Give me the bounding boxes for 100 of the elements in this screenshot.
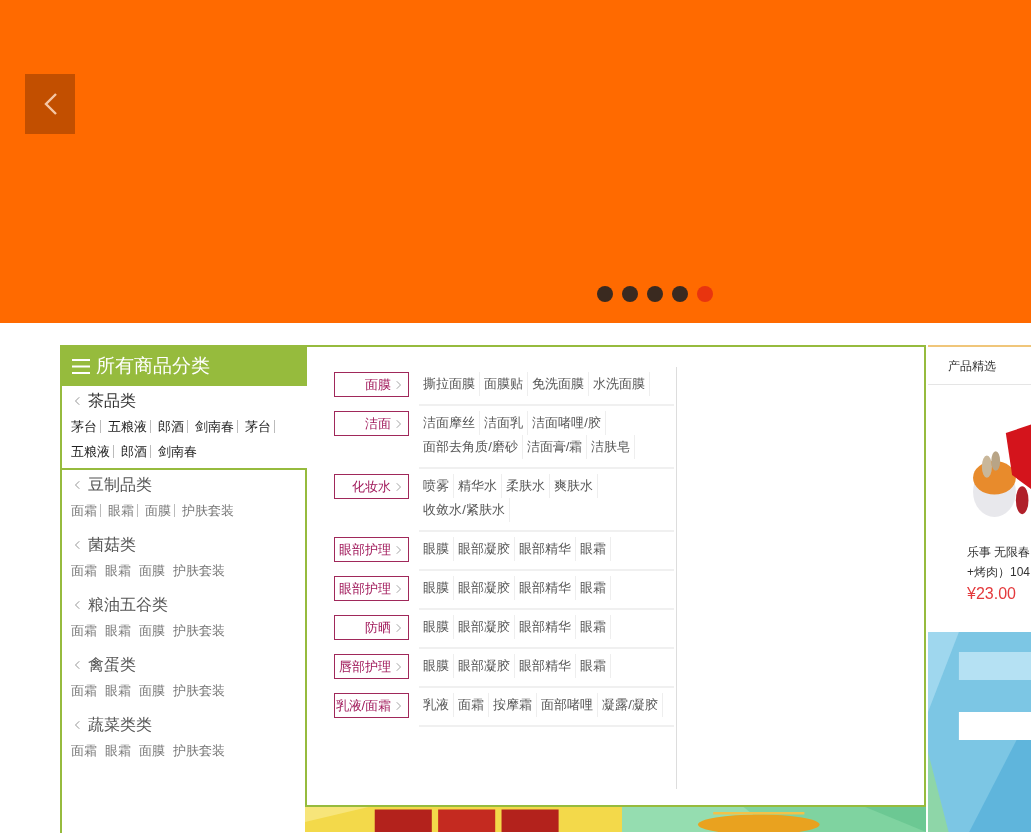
chevron-right-icon xyxy=(396,622,403,633)
subcategory-heading[interactable]: 防晒 xyxy=(334,615,410,640)
category-link[interactable]: 郎酒 xyxy=(120,439,148,464)
subcategory-link[interactable]: 喷雾 xyxy=(419,474,455,498)
subcategory-link[interactable]: 爽肤水 xyxy=(550,474,599,498)
subcategory-link[interactable]: 眼部凝胶 xyxy=(454,576,516,600)
category-link[interactable]: 剑南春 xyxy=(194,414,235,439)
category-item[interactable]: 茶品类 茅台 五粮液 郎酒 剑南春 茅台 五粮液 郎酒 剑南春 xyxy=(62,386,307,470)
subcategory-link[interactable]: 眼霜 xyxy=(576,537,612,561)
category-item[interactable]: 粮油五谷类 面霜 眼霜 面膜 护肤套装 xyxy=(62,590,303,650)
category-link[interactable]: 面霜 xyxy=(70,558,98,583)
menu-title: 所有商品分类 xyxy=(96,354,210,379)
product-price: ¥23.00 xyxy=(967,584,1017,604)
category-link[interactable]: 护肤套装 xyxy=(172,558,226,583)
chevron-left-icon xyxy=(74,480,80,490)
category-name: 禽蛋类 xyxy=(88,655,136,675)
subcategory-link[interactable]: 眼部精华 xyxy=(515,615,577,639)
category-link[interactable]: 五粮液 xyxy=(107,414,148,439)
category-link[interactable]: 护肤套装 xyxy=(172,618,226,643)
subcategory-link[interactable]: 面膜贴 xyxy=(480,372,529,396)
subcategory-link[interactable]: 洁面摩丝 xyxy=(419,411,481,435)
category-name: 蔬菜类类 xyxy=(88,715,152,735)
subcategory-link[interactable]: 眼霜 xyxy=(576,576,612,600)
subcategory-link[interactable]: 乳液 xyxy=(419,693,455,717)
category-link[interactable]: 护肤套装 xyxy=(181,498,235,523)
category-link[interactable]: 眼霜 xyxy=(104,558,132,583)
category-name: 菌菇类 xyxy=(88,535,136,555)
category-link[interactable]: 护肤套装 xyxy=(172,678,226,703)
subcategory-heading[interactable]: 眼部护理 xyxy=(334,576,410,601)
subcategory-heading[interactable]: 化妆水 xyxy=(334,474,410,499)
category-link[interactable]: 面膜 xyxy=(138,738,166,763)
chevron-right-icon xyxy=(396,544,403,555)
subcategory-link[interactable]: 眼部凝胶 xyxy=(454,537,516,561)
subcategory-link[interactable]: 洁面啫哩/胶 xyxy=(528,411,606,435)
category-link[interactable]: 面霜 xyxy=(70,618,98,643)
category-item[interactable]: 蔬菜类类 面霜 眼霜 面膜 护肤套装 xyxy=(62,710,303,770)
category-link[interactable]: 五粮液 xyxy=(70,439,111,464)
subcategory-link[interactable]: 柔肤水 xyxy=(502,474,551,498)
subcategory-link[interactable]: 凝露/凝胶 xyxy=(598,693,663,717)
subcategory-link[interactable]: 面部啫哩 xyxy=(537,693,599,717)
subcategory-link[interactable]: 眼部凝胶 xyxy=(454,615,516,639)
subcategory-link[interactable]: 洁面膏/霜 xyxy=(522,435,588,459)
subcategory-link[interactable]: 精华水 xyxy=(454,474,503,498)
category-item[interactable]: 禽蛋类 面霜 眼霜 面膜 护肤套装 xyxy=(62,650,303,710)
subcategory-link[interactable]: 眼霜 xyxy=(576,615,612,639)
category-link[interactable]: 眼霜 xyxy=(104,618,132,643)
category-link[interactable]: 面膜 xyxy=(138,558,166,583)
chevron-left-icon xyxy=(74,720,80,730)
subcategory-link[interactable]: 眼膜 xyxy=(419,615,455,639)
chevron-right-icon xyxy=(396,583,403,594)
subcategory-heading[interactable]: 眼部护理 xyxy=(334,537,410,562)
category-link[interactable]: 面膜 xyxy=(138,618,166,643)
category-link[interactable]: 护肤套装 xyxy=(172,738,226,763)
subcategory-link[interactable]: 眼部精华 xyxy=(515,537,577,561)
category-link[interactable]: 面霜 xyxy=(70,678,98,703)
chevron-right-icon xyxy=(396,661,403,672)
category-link[interactable]: 面膜 xyxy=(144,498,172,523)
category-link[interactable]: 茅台 xyxy=(70,414,98,439)
separator xyxy=(113,445,114,458)
category-link[interactable]: 面霜 xyxy=(70,738,98,763)
category-link[interactable]: 眼霜 xyxy=(107,498,135,523)
subcategory-link[interactable]: 面部去角质/磨砂 xyxy=(419,435,523,459)
subcategory-link[interactable]: 眼部精华 xyxy=(515,654,577,678)
category-name: 粮油五谷类 xyxy=(88,595,168,615)
subcategory-heading[interactable]: 唇部护理 xyxy=(334,654,410,679)
subcategory-link[interactable]: 洁肤皂 xyxy=(587,435,636,459)
subcategory-link[interactable]: 水洗面膜 xyxy=(589,372,651,396)
subcategory-heading[interactable]: 乳液/面霜 xyxy=(334,693,410,718)
product-name[interactable]: +烤肉）104 xyxy=(967,562,1031,582)
chevron-left-icon xyxy=(74,600,80,610)
category-link[interactable]: 郎酒 xyxy=(157,414,185,439)
category-link[interactable]: 面霜 xyxy=(70,498,98,523)
category-link[interactable]: 面膜 xyxy=(138,678,166,703)
subcategory-link[interactable]: 眼部凝胶 xyxy=(454,654,516,678)
subcategory-link[interactable]: 面霜 xyxy=(454,693,490,717)
category-item[interactable]: 菌菇类 面霜 眼霜 面膜 护肤套装 xyxy=(62,530,303,590)
subcategory-link[interactable]: 洁面乳 xyxy=(480,411,529,435)
category-link[interactable]: 剑南春 xyxy=(157,439,198,464)
chevron-left-icon xyxy=(74,396,80,406)
category-link[interactable]: 眼霜 xyxy=(104,678,132,703)
product-name[interactable]: 乐事 无限春 xyxy=(967,542,1031,562)
category-link[interactable]: 茅台 xyxy=(244,414,272,439)
subcategory-heading[interactable]: 洁面 xyxy=(334,411,410,436)
subcategory-link[interactable]: 眼霜 xyxy=(576,654,612,678)
separator xyxy=(100,420,101,433)
chevron-left-icon xyxy=(74,660,80,670)
subcategory-heading[interactable]: 面膜 xyxy=(334,372,410,397)
separator xyxy=(174,504,175,517)
subcategory-link[interactable]: 按摩霜 xyxy=(489,693,538,717)
subcategory-link[interactable]: 眼膜 xyxy=(419,537,455,561)
category-item[interactable]: 豆制品类 面霜 眼霜 面膜 护肤套装 xyxy=(62,470,303,530)
subcategory-link[interactable]: 免洗面膜 xyxy=(528,372,590,396)
menu-icon xyxy=(72,359,90,374)
subcategory-link[interactable]: 眼膜 xyxy=(419,576,455,600)
featured-tab[interactable]: 产品精选 xyxy=(948,356,996,375)
subcategory-link[interactable]: 撕拉面膜 xyxy=(419,372,481,396)
subcategory-link[interactable]: 收敛水/紧肤水 xyxy=(419,498,510,522)
subcategory-link[interactable]: 眼部精华 xyxy=(515,576,577,600)
subcategory-link[interactable]: 眼膜 xyxy=(419,654,455,678)
category-link[interactable]: 眼霜 xyxy=(104,738,132,763)
